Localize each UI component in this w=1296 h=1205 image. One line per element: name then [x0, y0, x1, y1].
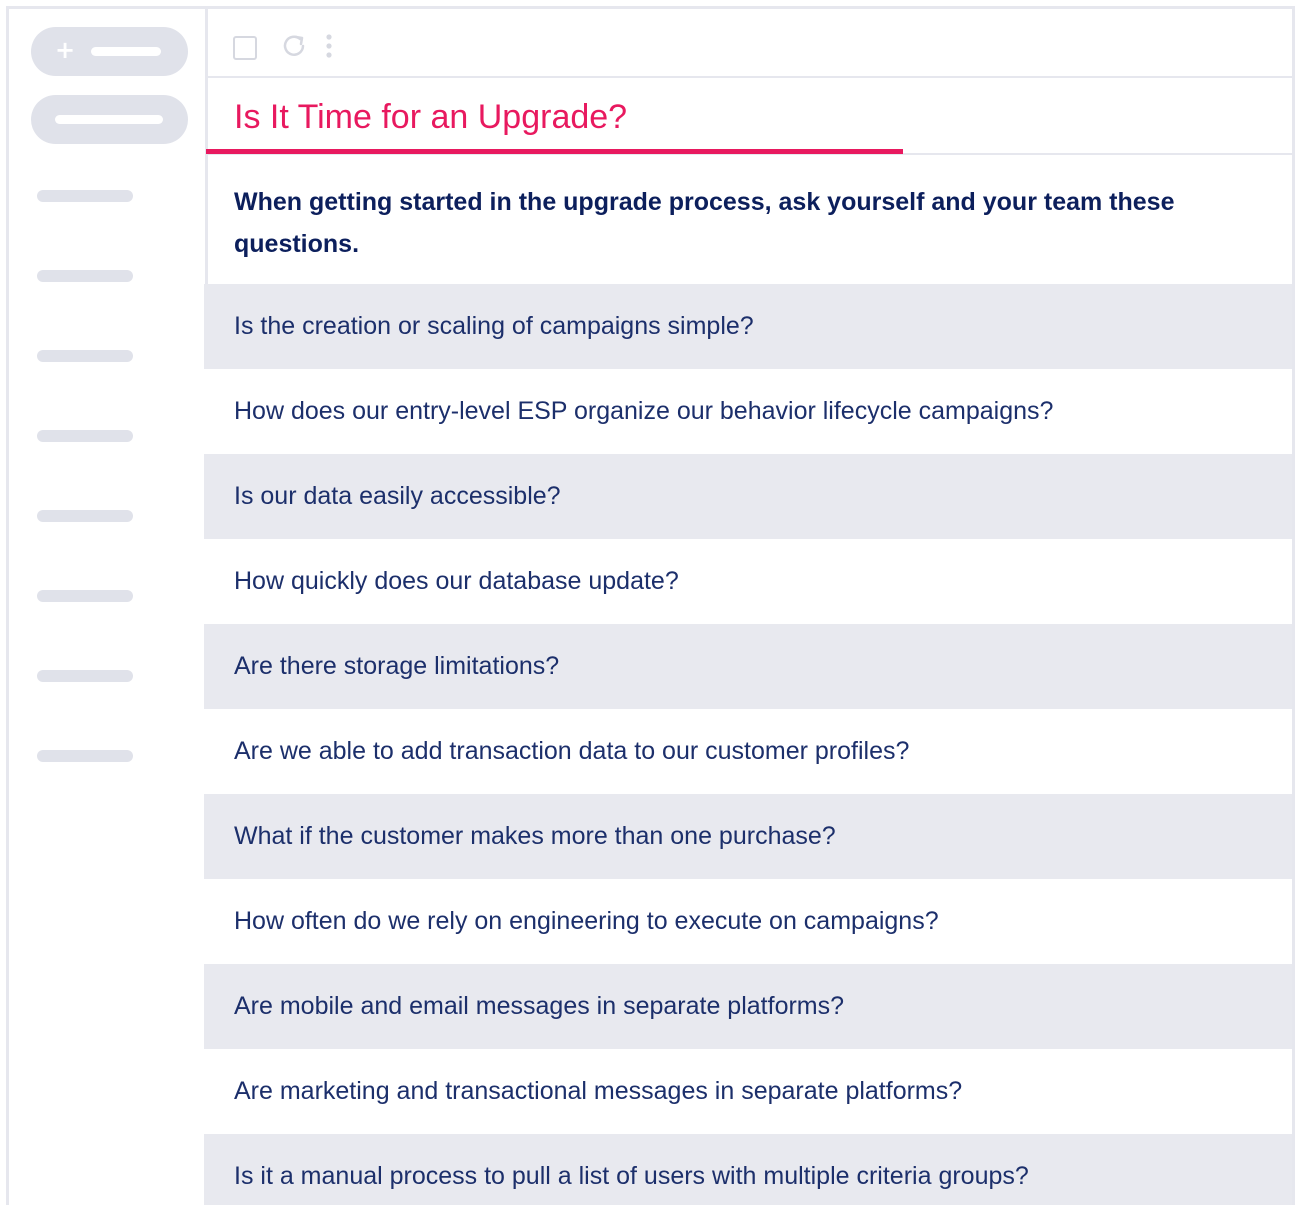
question-row: Are marketing and transactional messages…	[204, 1049, 1292, 1134]
question-row: Is the creation or scaling of campaigns …	[204, 284, 1292, 369]
sidebar-item-6[interactable]	[37, 590, 133, 602]
compose-button[interactable]: +	[31, 27, 188, 76]
refresh-icon[interactable]	[279, 31, 309, 61]
plus-icon: +	[55, 36, 76, 64]
email-subject: Is It Time for an Upgrade?	[234, 98, 628, 136]
checkbox-icon[interactable]	[233, 36, 257, 60]
question-row: How does our entry-level ESP organize ou…	[204, 369, 1292, 454]
sidebar-item-5[interactable]	[37, 510, 133, 522]
sidebar-item-3[interactable]	[37, 350, 133, 362]
question-row: How quickly does our database update?	[204, 539, 1292, 624]
button-label-placeholder	[55, 115, 163, 124]
question-row: Is our data easily accessible?	[204, 454, 1292, 539]
sidebar-item-8[interactable]	[37, 750, 133, 762]
sidebar-item-4[interactable]	[37, 430, 133, 442]
subject-row: Is It Time for an Upgrade?	[208, 80, 1292, 155]
message-pane: Is It Time for an Upgrade? When getting …	[204, 9, 1292, 1205]
sidebar: +	[9, 9, 205, 1205]
sidebar-primary-button[interactable]	[31, 95, 188, 144]
question-row: Are there storage limitations?	[204, 624, 1292, 709]
sidebar-item-2[interactable]	[37, 270, 133, 282]
sidebar-item-7[interactable]	[37, 670, 133, 682]
question-row: Are we able to add transaction data to o…	[204, 709, 1292, 794]
question-row: Is it a manual process to pull a list of…	[204, 1134, 1292, 1205]
question-list: Is the creation or scaling of campaigns …	[204, 284, 1292, 1205]
mail-window: + Is It Time for an Upgrade? When gettin…	[6, 6, 1295, 1205]
more-vertical-icon[interactable]	[322, 31, 336, 61]
question-row: What if the customer makes more than one…	[204, 794, 1292, 879]
compose-label-placeholder	[91, 47, 161, 56]
question-row: How often do we rely on engineering to e…	[204, 879, 1292, 964]
subject-underline	[206, 149, 903, 154]
email-intro: When getting started in the upgrade proc…	[234, 188, 1175, 258]
message-toolbar	[208, 9, 1292, 78]
sidebar-item-1[interactable]	[37, 190, 133, 202]
question-row: Are mobile and email messages in separat…	[204, 964, 1292, 1049]
